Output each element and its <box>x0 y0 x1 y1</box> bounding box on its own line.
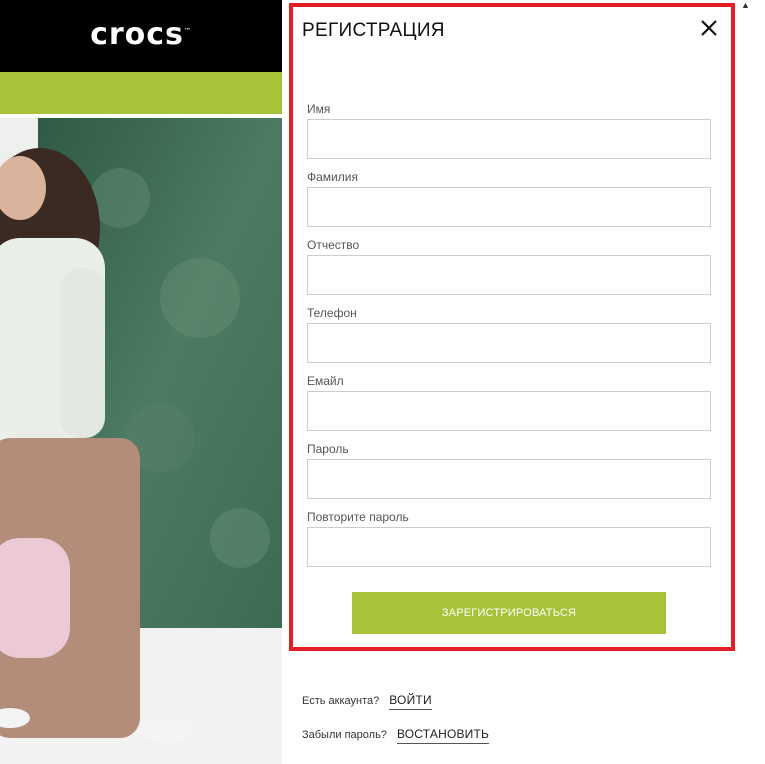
has-account-text: Есть аккаунта? <box>302 695 380 707</box>
patronymic-label: Отчество <box>307 238 360 252</box>
crocs-logo[interactable]: crocs™ <box>90 17 192 52</box>
email-input[interactable] <box>307 391 711 431</box>
password-confirm-label: Повторите пароль <box>307 510 409 524</box>
first-name-label: Имя <box>307 102 331 116</box>
login-link[interactable]: ВОЙТИ <box>389 693 432 710</box>
patronymic-input[interactable] <box>307 255 711 295</box>
password-confirm-input[interactable] <box>307 527 711 567</box>
last-name-label: Фамилия <box>307 170 358 184</box>
promo-band <box>0 72 282 114</box>
password-input[interactable] <box>307 459 711 499</box>
phone-label: Телефон <box>307 306 357 320</box>
register-button[interactable]: ЗАРЕГИСТРИРОВАТЬСЯ <box>352 592 666 634</box>
hero-photo-illustration <box>0 118 282 764</box>
forgot-password-text: Забыли пароль? <box>302 729 387 741</box>
hero-photo <box>0 118 282 764</box>
close-icon[interactable] <box>697 16 721 40</box>
login-row: Есть аккаунта? ВОЙТИ <box>302 693 432 710</box>
site-header: crocs™ <box>0 0 282 72</box>
password-label: Пароль <box>307 442 349 456</box>
modal-title: РЕГИСТРАЦИЯ <box>302 20 445 41</box>
last-name-input[interactable] <box>307 187 711 227</box>
restore-link[interactable]: ВОСТАНОВИТЬ <box>396 727 490 744</box>
scroll-track[interactable] <box>736 0 765 764</box>
registration-modal <box>282 0 736 764</box>
phone-input[interactable] <box>307 323 711 363</box>
scroll-up-icon[interactable]: ▲ <box>741 0 751 10</box>
restore-row: Забыли пароль? ВОСТАНОВИТЬ <box>302 727 490 744</box>
email-label: Емайл <box>307 374 344 388</box>
first-name-input[interactable] <box>307 119 711 159</box>
